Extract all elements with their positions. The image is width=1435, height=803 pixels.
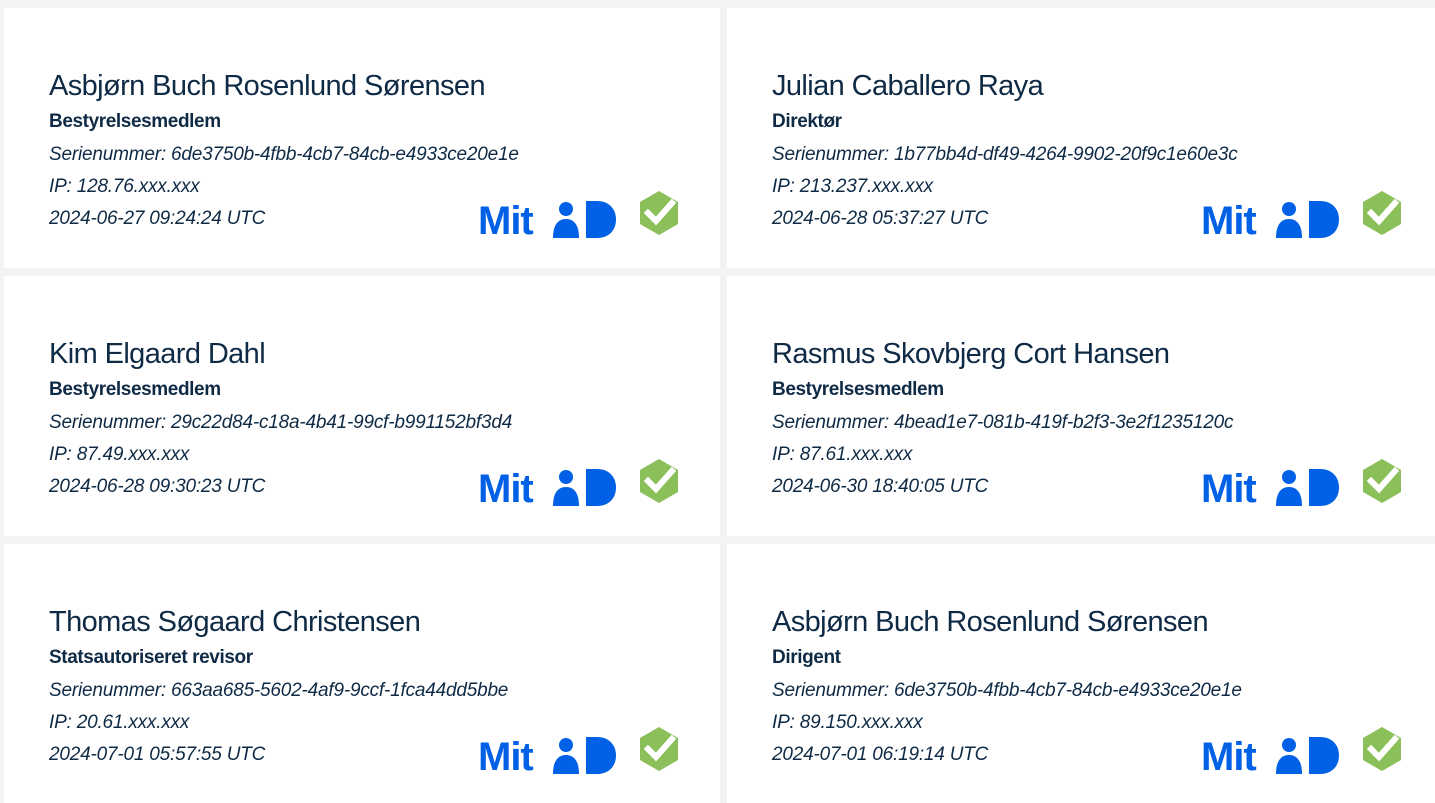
ip-address: IP: 128.76.xxx.xxx xyxy=(49,176,200,197)
signature-card: Asbjørn Buch Rosenlund Sørensen Dirigent… xyxy=(727,544,1435,803)
signer-role: Bestyrelsesmedlem xyxy=(49,111,221,132)
signed-timestamp: 2024-06-30 18:40:05 UTC xyxy=(772,476,989,497)
signature-card: Kim Elgaard Dahl Bestyrelsesmedlem Serie… xyxy=(4,276,720,536)
signed-timestamp: 2024-07-01 06:19:14 UTC xyxy=(772,744,989,765)
signer-role: Dirigent xyxy=(772,647,841,668)
mitid-logo: Mit xyxy=(1201,735,1339,774)
signer-name: Asbjørn Buch Rosenlund Sørensen xyxy=(772,606,1209,638)
signature-card: Rasmus Skovbjerg Cort Hansen Bestyrelses… xyxy=(727,276,1435,536)
mitid-logo-text: Mit xyxy=(478,199,533,238)
mitid-logo: Mit xyxy=(478,199,616,238)
verified-check-icon xyxy=(640,727,678,771)
signed-timestamp: 2024-06-27 09:24:24 UTC xyxy=(49,208,266,229)
signed-timestamp: 2024-06-28 05:37:27 UTC xyxy=(772,208,989,229)
serial-number: Serienummer: 6de3750b-4fbb-4cb7-84cb-e49… xyxy=(772,680,1242,701)
mitid-logo-text: Mit xyxy=(478,467,533,506)
signed-timestamp: 2024-07-01 05:57:55 UTC xyxy=(49,744,266,765)
mitid-logo: Mit xyxy=(478,735,616,774)
ip-address: IP: 87.61.xxx.xxx xyxy=(772,444,913,465)
mitid-logo-text: Mit xyxy=(478,735,533,774)
mitid-logo-text: Mit xyxy=(1201,735,1256,774)
mitid-logo: Mit xyxy=(1201,467,1339,506)
signature-grid: Asbjørn Buch Rosenlund Sørensen Bestyrel… xyxy=(0,0,1435,803)
serial-number: Serienummer: 4bead1e7-081b-419f-b2f3-3e2… xyxy=(772,412,1234,433)
mitid-logo: Mit xyxy=(1201,199,1339,238)
serial-number: Serienummer: 1b77bb4d-df49-4264-9902-20f… xyxy=(772,144,1238,165)
mitid-logo-text: Mit xyxy=(1201,467,1256,506)
mitid-logo: Mit xyxy=(478,467,616,506)
signed-timestamp: 2024-06-28 09:30:23 UTC xyxy=(49,476,266,497)
ip-address: IP: 20.61.xxx.xxx xyxy=(49,712,190,733)
signature-card: Julian Caballero Raya Direktør Serienumm… xyxy=(727,8,1435,268)
serial-number: Serienummer: 663aa685-5602-4af9-9ccf-1fc… xyxy=(49,680,509,701)
signer-name: Julian Caballero Raya xyxy=(772,70,1044,102)
signature-card: Thomas Søgaard Christensen Statsautorise… xyxy=(4,544,720,803)
verified-check-icon xyxy=(1363,191,1401,235)
signer-role: Statsautoriseret revisor xyxy=(49,647,253,668)
signature-card: Asbjørn Buch Rosenlund Sørensen Bestyrel… xyxy=(4,8,720,268)
signer-role: Direktør xyxy=(772,111,842,132)
ip-address: IP: 213.237.xxx.xxx xyxy=(772,176,933,197)
ip-address: IP: 89.150.xxx.xxx xyxy=(772,712,923,733)
verified-check-icon xyxy=(640,191,678,235)
verified-check-icon xyxy=(640,459,678,503)
signer-name: Kim Elgaard Dahl xyxy=(49,338,266,370)
signer-name: Thomas Søgaard Christensen xyxy=(49,606,421,638)
signer-role: Bestyrelsesmedlem xyxy=(772,379,944,400)
signer-name: Asbjørn Buch Rosenlund Sørensen xyxy=(49,70,486,102)
verified-check-icon xyxy=(1363,727,1401,771)
serial-number: Serienummer: 29c22d84-c18a-4b41-99cf-b99… xyxy=(49,412,513,433)
signer-name: Rasmus Skovbjerg Cort Hansen xyxy=(772,338,1170,370)
signer-role: Bestyrelsesmedlem xyxy=(49,379,221,400)
mitid-logo-text: Mit xyxy=(1201,199,1256,238)
serial-number: Serienummer: 6de3750b-4fbb-4cb7-84cb-e49… xyxy=(49,144,519,165)
verified-check-icon xyxy=(1363,459,1401,503)
ip-address: IP: 87.49.xxx.xxx xyxy=(49,444,190,465)
